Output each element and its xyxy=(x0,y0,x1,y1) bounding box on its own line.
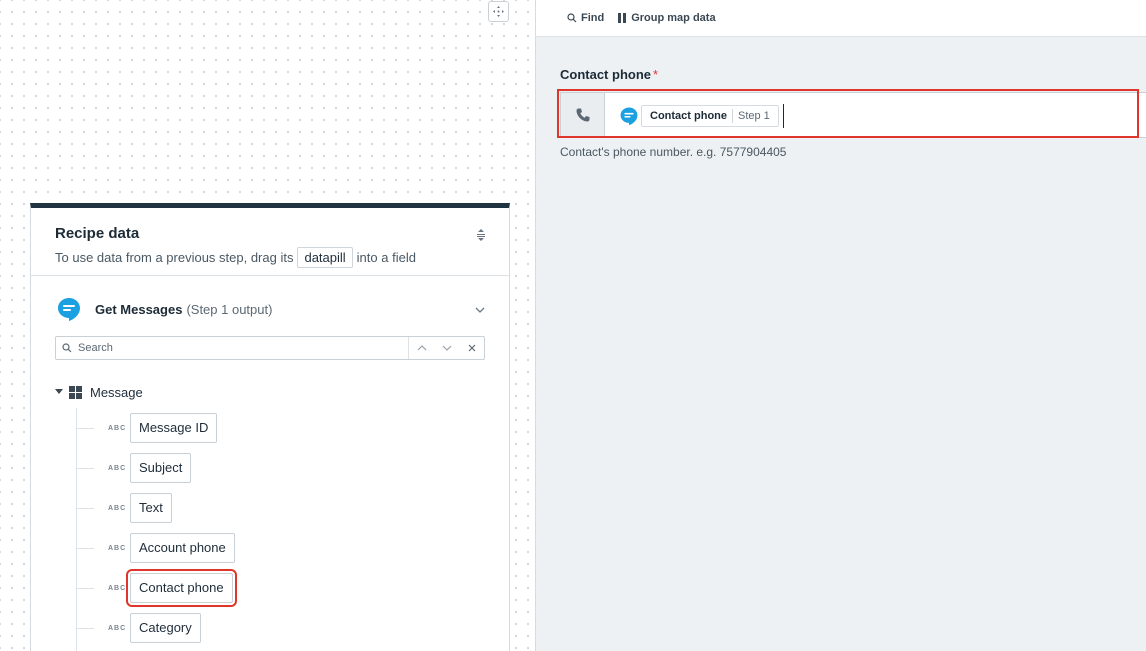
datapill-contact-phone[interactable]: Contact phone xyxy=(126,569,237,607)
recipe-data-panel: Recipe data To use data from a previous … xyxy=(30,203,510,651)
resize-handle-icon[interactable] xyxy=(475,228,487,247)
field-hint: Contact's phone number. e.g. 7577904405 xyxy=(560,145,787,159)
tree-field-row: ABC Subject xyxy=(55,448,509,488)
recipe-canvas: Recipe data To use data from a previous … xyxy=(0,0,535,651)
tree-field-row: ABC Text xyxy=(55,488,509,528)
step-meta: (Step 1 output) xyxy=(186,301,273,317)
string-type-badge: ABC xyxy=(108,504,127,512)
caret-down-icon xyxy=(55,389,63,394)
step-config-panel: Find Group map data Contact phone * Cont… xyxy=(535,0,1146,651)
move-icon xyxy=(493,6,504,17)
tree-field-row: ABC Message ID xyxy=(55,408,509,448)
chevron-down-icon xyxy=(442,345,451,351)
required-mark: * xyxy=(653,67,659,82)
search-previous-button[interactable] xyxy=(409,337,434,359)
string-type-badge: ABC xyxy=(108,424,127,432)
field-label-text: Contact phone xyxy=(560,67,651,82)
search-input[interactable] xyxy=(78,342,398,354)
tree-fields: ABC Message ID ABC Subject ABC Text ABC … xyxy=(55,408,509,648)
step-name: Get Messages xyxy=(95,301,183,317)
datapill-tree: Message ABC Message ID ABC Subject ABC T… xyxy=(31,360,509,651)
search-next-button[interactable] xyxy=(434,337,459,359)
datapill-example: datapill xyxy=(297,247,353,268)
search-icon xyxy=(62,343,72,353)
chevron-down-icon[interactable] xyxy=(475,300,485,318)
search-tools xyxy=(408,337,484,359)
group-map-data-button[interactable]: Group map data xyxy=(618,12,716,24)
tree-field-row: ABC Category xyxy=(55,608,509,648)
tree-field-row: ABC Account phone xyxy=(55,528,509,568)
datapill-account-phone[interactable]: Account phone xyxy=(130,533,235,563)
datapill-text[interactable]: Text xyxy=(130,493,172,523)
string-type-badge: ABC xyxy=(108,464,127,472)
group-map-label: Group map data xyxy=(631,12,716,24)
config-toolbar: Find Group map data xyxy=(536,0,1146,37)
string-type-badge: ABC xyxy=(108,584,127,592)
contact-phone-label: Contact phone * xyxy=(560,67,658,82)
columns-icon xyxy=(618,13,627,23)
string-type-badge: ABC xyxy=(108,624,127,632)
find-button[interactable]: Find xyxy=(567,12,604,24)
datapill-subject[interactable]: Subject xyxy=(130,453,192,483)
tree-root-message[interactable]: Message xyxy=(55,382,509,402)
recenter-canvas-button[interactable] xyxy=(488,1,509,22)
subtitle-text-before: To use data from a previous step, drag i… xyxy=(55,250,294,265)
datapill-message-id[interactable]: Message ID xyxy=(130,413,218,443)
search-icon xyxy=(567,13,577,23)
chevron-up-icon xyxy=(417,345,426,351)
find-label: Find xyxy=(581,12,605,24)
recipe-data-subtitle: To use data from a previous step, drag i… xyxy=(55,247,485,268)
datapill-search xyxy=(55,336,485,360)
close-icon xyxy=(468,344,475,352)
tree-root-label: Message xyxy=(90,384,143,400)
object-grid-icon xyxy=(69,385,82,399)
string-type-badge: ABC xyxy=(108,544,127,552)
recipe-data-title: Recipe data xyxy=(55,225,140,242)
search-clear-button[interactable] xyxy=(459,337,484,359)
tree-field-row: ABC Contact phone xyxy=(55,568,509,608)
step-output-header[interactable]: Get Messages (Step 1 output) xyxy=(31,276,509,326)
datapill-category[interactable]: Category xyxy=(130,613,201,643)
app-chat-icon xyxy=(55,295,83,323)
recipe-data-header: Recipe data To use data from a previous … xyxy=(31,208,509,276)
subtitle-text-after: into a field xyxy=(356,250,416,265)
highlight-outline xyxy=(557,89,1139,138)
